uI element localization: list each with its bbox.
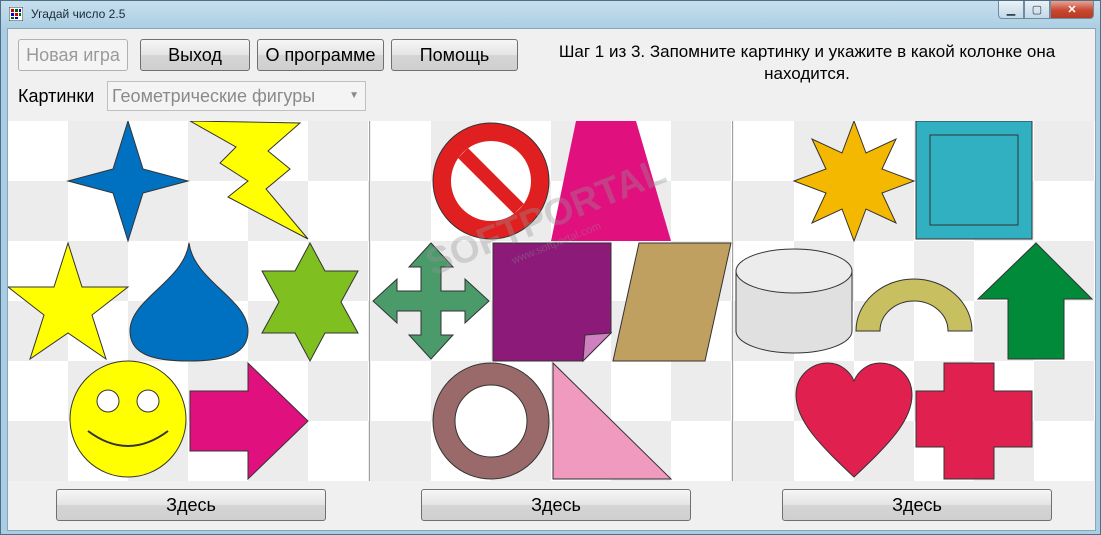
- lightning-shape: [189, 121, 309, 240]
- arrow-up-shape: [976, 242, 1094, 360]
- instruction-text: Шаг 1 из 3. Запомните картинку и укажите…: [558, 42, 1056, 83]
- column-3-panel: [734, 121, 1095, 481]
- app-window: Угадай число 2.5 ▁ ▢ ✕ Новая игра Выход …: [0, 0, 1101, 535]
- drop-shape: [129, 242, 249, 362]
- folded-page-shape: [492, 242, 613, 363]
- heart-shape: [795, 362, 913, 478]
- chevron-down-icon: ▼: [349, 90, 359, 101]
- four-point-star-shape: [66, 121, 190, 243]
- no-sign-shape: [432, 122, 550, 240]
- maximize-button[interactable]: ▢: [1024, 1, 1050, 19]
- pictures-combo-value: Геометрические фигуры: [112, 85, 316, 106]
- eight-point-star-shape: [792, 121, 916, 243]
- column-2-here-button[interactable]: Здесь: [421, 489, 691, 521]
- parallelogram-shape: [612, 242, 732, 362]
- column-2-panel: [371, 121, 733, 481]
- column-1-panel: [8, 121, 370, 481]
- pictures-label: Картинки: [18, 86, 95, 106]
- plus-shape: [915, 362, 1033, 480]
- minimize-button[interactable]: ▁: [998, 1, 1024, 19]
- bevel-square-shape: [915, 121, 1033, 240]
- arrow-right-shape: [189, 361, 309, 481]
- cross-arrows-shape: [372, 242, 490, 360]
- five-point-star-shape: [8, 241, 130, 361]
- help-button[interactable]: Помощь: [391, 39, 518, 71]
- trapezoid-shape: [551, 121, 671, 241]
- about-button[interactable]: О программе: [257, 39, 384, 71]
- hexagram-shape: [261, 241, 359, 363]
- client-area: Новая игра Выход О программе Помощь Шаг …: [7, 28, 1096, 531]
- exit-button[interactable]: Выход: [140, 39, 250, 71]
- title-bar[interactable]: Угадай число 2.5 ▁ ▢ ✕: [1, 1, 1100, 27]
- smiley-shape: [69, 360, 187, 478]
- app-icon: [9, 7, 23, 21]
- new-game-button[interactable]: Новая игра: [18, 39, 128, 71]
- ring-shape: [432, 362, 550, 480]
- pictures-combo[interactable]: Геометрические фигуры ▼: [107, 81, 366, 111]
- cylinder-shape: [735, 248, 853, 354]
- column-3-here-button[interactable]: Здесь: [782, 489, 1052, 521]
- triangle-shape: [552, 361, 673, 480]
- window-title: Угадай число 2.5: [31, 7, 126, 21]
- arch-shape: [855, 278, 973, 332]
- close-button[interactable]: ✕: [1050, 1, 1094, 19]
- column-1-here-button[interactable]: Здесь: [56, 489, 326, 521]
